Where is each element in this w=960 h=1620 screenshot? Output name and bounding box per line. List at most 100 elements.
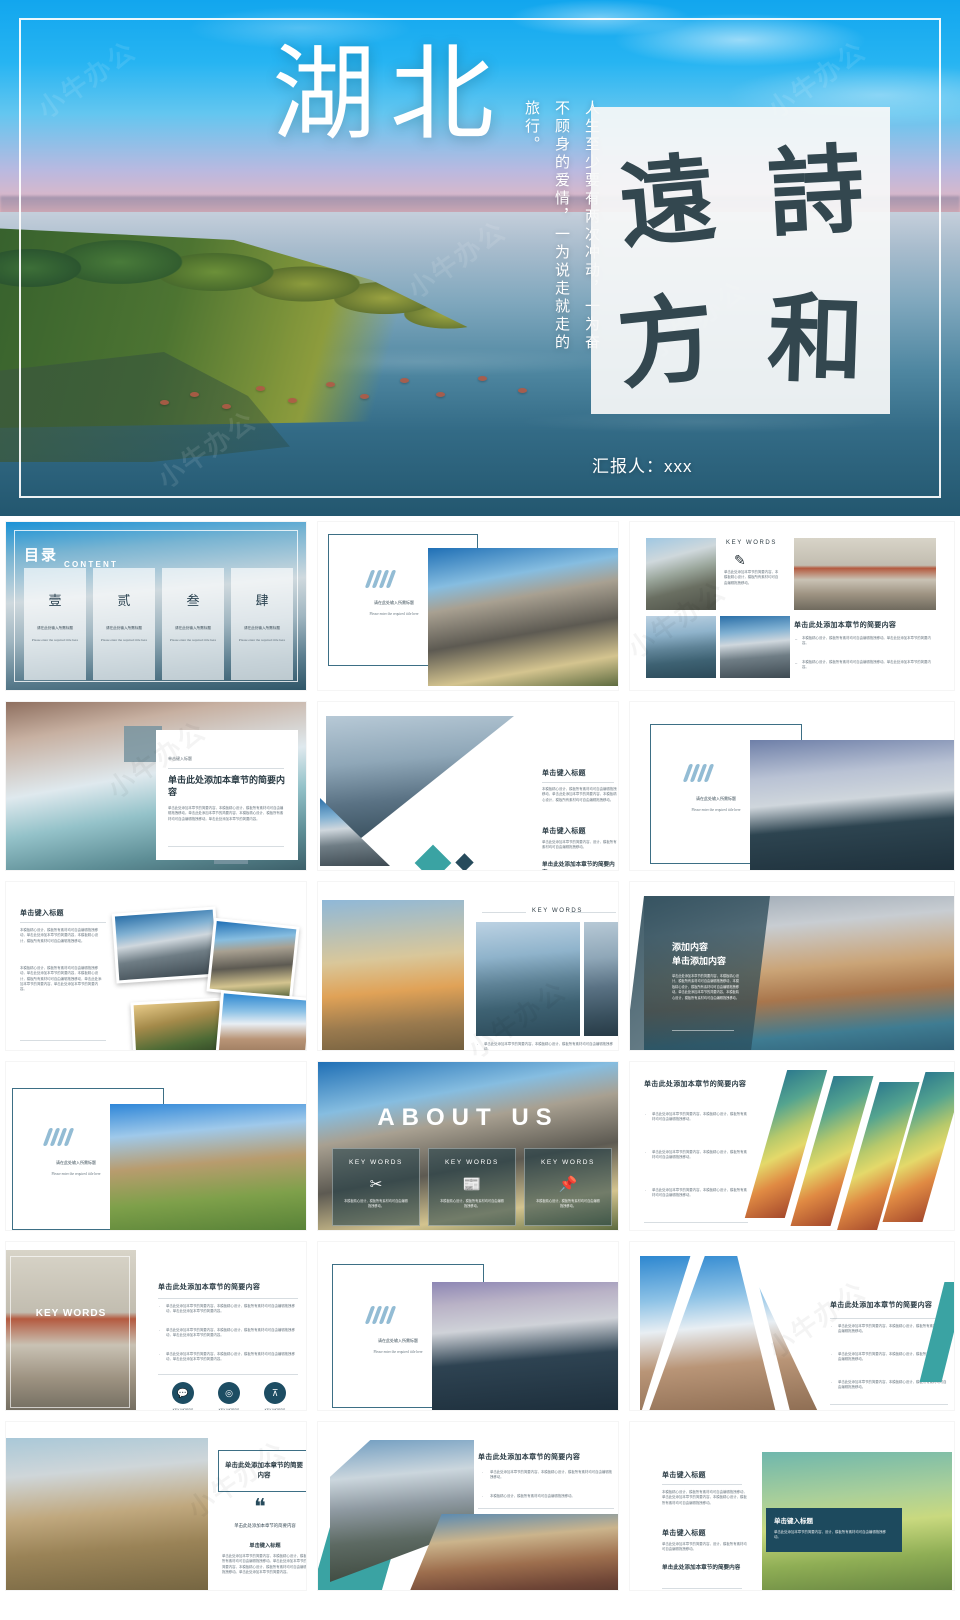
quote-icon: ❝	[254, 1494, 266, 1519]
keywords-photo-1	[476, 922, 580, 1036]
bullet-marker: ·	[831, 1324, 833, 1329]
slide-cell[interactable]: 单击键入标题 本模板精心设计，模板所有素材均可自由编辑拖拽移动，单击此处添加本章…	[312, 696, 624, 876]
slide-section-winter-river[interactable]: 请在此处输入所需标题 Please enter the required tit…	[318, 1242, 618, 1410]
diagonal-bars-icon	[42, 1128, 76, 1150]
eyebrow: 单击键入标题	[168, 756, 192, 761]
slide-cell[interactable]: 单击此处添加本章节的简要内容 单击此处添加本章节的简要内容，本模板精心设计，模板…	[312, 1416, 624, 1596]
body-text: 单击此处添加本章节的简要内容，本模板精心设计，模板所有素材均可自由编辑拖拽移动。…	[168, 806, 284, 821]
slide-section-grassland[interactable]: 请在此处输入所需标题 Please enter the required tit…	[6, 1062, 306, 1230]
about-card-3[interactable]: KEY WORDS 📌 本模板精心设计，模板所有素材均可自由编辑拖拽移动。	[524, 1148, 612, 1226]
about-card-label: KEY WORDS	[540, 1159, 595, 1166]
section-heading: 单击此处添加本章节的简要内容	[794, 622, 897, 629]
catalog-item-2[interactable]: 贰 请在此处输入所需标题 Please enter the required t…	[93, 568, 155, 680]
slide-keywords-gallery[interactable]: KEY WORDS ✎ 单击此处添加本章节的简要内容，本模板精心设计，模板所有素…	[630, 522, 954, 690]
icon-label-3: KEY WORDS	[264, 1408, 286, 1410]
slide-photo-stack[interactable]: 单击键入标题 本模板精心设计，模板所有素材均可自由编辑拖拽移动，单击此处添加本章…	[6, 882, 306, 1050]
slide-sunset-strips[interactable]: 单击此处添加本章节的简要内容 单击此处添加本章节的简要内容，本模板精心设计，模板…	[630, 1062, 954, 1230]
heading-1: 单击键入标题	[542, 770, 586, 777]
catalog-item-title-cn: 请在此处输入所需标题	[106, 626, 142, 630]
slide-cell[interactable]: KEY WORDS 单击此处添加本章节的简要内容 单击此处添加本章节的简要内容，…	[0, 1236, 312, 1416]
body-2: 本模板精心设计，模板所有素材均可自由编辑拖拽移动，单击此处添加本章节的简要内容，…	[20, 966, 102, 992]
slide-cliff-overlay[interactable]: 添加内容 单击添加内容 单击此处添加本章节的简要内容，本模板精心设计，模板所有素…	[630, 882, 954, 1050]
slide-cell[interactable]: ABOUT US KEY WORDS ✂ 本模板精心设计，模板所有素材均可自由编…	[312, 1056, 624, 1236]
polaroid-3	[130, 997, 226, 1050]
diagonal-bars-icon	[364, 1306, 398, 1328]
hero-slide: 小牛办公 小牛办公 小牛办公 小牛办公 小牛办公 湖北 人生至少要有两次冲动，一…	[0, 0, 960, 516]
slide-section-reflection[interactable]: 请在此处输入所需标题 Please enter the required tit…	[630, 702, 954, 870]
bullet-marker: –	[795, 636, 798, 641]
slide-balloons-keywords[interactable]: KEY WORDS 单击此处添加本章节的简要内容，本模板精心设计，模板所有素材均…	[318, 882, 618, 1050]
section-heading: 单击此处添加本章节的简要内容	[644, 1081, 747, 1088]
target-icon[interactable]: ◎	[218, 1382, 240, 1404]
gallery-photo-3	[720, 616, 790, 678]
bullet-item: 本模板精心设计，模板所有素材均可自由编辑拖拽移动。	[490, 1494, 575, 1498]
slide-cell[interactable]: 请在此处输入所需标题 Please enter the required tit…	[624, 696, 960, 876]
slide-cell[interactable]: 单击此处添加本章节的简要内容 ❝ 单击此处添加本章节的简要内容 单击键入标题 单…	[0, 1416, 312, 1596]
catalog-item-title-en: Please enter the required title here	[169, 638, 217, 642]
about-card-2[interactable]: KEY WORDS 📰 本模板精心设计，模板所有素材均可自由编辑拖拽移动。	[428, 1148, 516, 1226]
heading-2: 单击键入标题	[662, 1530, 706, 1537]
slide-tekapo-canyon[interactable]: 单击此处添加本章节的简要内容 单击此处添加本章节的简要内容，本模板精心设计，模板…	[318, 1422, 618, 1590]
slide-rocks-bullets[interactable]: 单击此处添加本章节的简要内容 单击此处添加本章节的简要内容，本模板精心设计，模板…	[630, 1242, 954, 1410]
calligraphy-card: 詩 遠 和 方	[591, 107, 890, 414]
slide-cell[interactable]: 单击键入标题 本模板精心设计，模板所有素材均可自由编辑拖拽移动，单击此处添加本章…	[624, 1416, 960, 1596]
polaroid-2	[206, 917, 300, 1001]
chat-icon[interactable]: 💬	[172, 1382, 194, 1404]
body-1: 本模板精心设计，模板所有素材均可自由编辑拖拽移动，单击此处添加本章节的简要内容，…	[20, 928, 98, 943]
catalog-item-4[interactable]: 肆 请在此处输入所需标题 Please enter the required t…	[231, 568, 293, 680]
overlay-body: 单击此处添加本章节的简要内容，本模板精心设计，模板所有素材均可自由编辑拖拽移动，…	[672, 974, 739, 1000]
slide-snow-lake[interactable]: 单击键入标题 单击此处添加本章节的简要内容 单击此处添加本章节的简要内容，本模板…	[6, 702, 306, 870]
slide-section-valley[interactable]: 请在此处输入所需标题 Please enter the required tit…	[318, 522, 618, 690]
slide-cell[interactable]: KEY WORDS 单击此处添加本章节的简要内容，本模板精心设计，模板所有素材均…	[312, 876, 624, 1056]
body-2: 单击此处添加本章节的简要内容，设计，模板所有素材均可自由编辑拖拽移动。	[542, 840, 617, 850]
slide-van-quote[interactable]: 单击此处添加本章节的简要内容 ❝ 单击此处添加本章节的简要内容 单击键入标题 单…	[6, 1422, 306, 1590]
compass-icon[interactable]: ⊼	[264, 1382, 286, 1404]
slide-cell[interactable]: 请在此处输入所需标题 Please enter the required tit…	[0, 1056, 312, 1236]
bullet-marker: –	[795, 660, 798, 665]
slide-about-us[interactable]: ABOUT US KEY WORDS ✂ 本模板精心设计，模板所有素材均可自由编…	[318, 1062, 618, 1230]
keywords-label: KEY WORDS	[532, 908, 583, 914]
slide-bridge-keywords[interactable]: KEY WORDS 单击此处添加本章节的简要内容 单击此处添加本章节的简要内容，…	[6, 1242, 306, 1410]
bullet-item: 单击此处添加本章节的简要内容，本模板精心设计，模板所有素材均可自由编辑拖拽移动。	[652, 1150, 747, 1160]
bullet-item: 本模板精心设计，模板所有素材均可自由编辑拖拽移动。单击此处添加本章节的简要内容。	[802, 636, 931, 646]
slide-cell[interactable]: 单击此处添加本章节的简要内容 单击此处添加本章节的简要内容，本模板精心设计，模板…	[624, 1056, 960, 1236]
bullet-item: 单击此处添加本章节的简要内容，本模板精心设计，模板所有素材均可自由编辑拖拽移动。	[652, 1188, 747, 1198]
slide-rice-terrace[interactable]: 单击键入标题 本模板精心设计，模板所有素材均可自由编辑拖拽移动，单击此处添加本章…	[630, 1422, 954, 1590]
section-photo	[428, 548, 618, 686]
section-photo	[750, 740, 954, 870]
slide-cell[interactable]: 目录 CONTENT 壹 请在此处输入所需标题 Please enter the…	[0, 516, 312, 696]
catalog-item-number: 贰	[117, 593, 131, 608]
slide-cell[interactable]: 请在此处输入所需标题 Please enter the required tit…	[312, 516, 624, 696]
slide-cell[interactable]: KEY WORDS ✎ 单击此处添加本章节的简要内容，本模板精心设计，模板所有素…	[624, 516, 960, 696]
bullet-marker: ·	[482, 1494, 484, 1499]
section-heading: 单击此处添加本章节的简要内容	[158, 1284, 261, 1291]
overlay-heading: 单击键入标题	[774, 1518, 813, 1525]
slide-cell[interactable]: 单击此处添加本章节的简要内容 单击此处添加本章节的简要内容，本模板精心设计，模板…	[624, 1236, 960, 1416]
slide-cell[interactable]: 单击键入标题 单击此处添加本章节的简要内容 单击此处添加本章节的简要内容，本模板…	[0, 696, 312, 876]
catalog-item-number: 叁	[186, 593, 200, 608]
slide-cell[interactable]: 单击键入标题 本模板精心设计，模板所有素材均可自由编辑拖拽移动，单击此处添加本章…	[0, 876, 312, 1056]
catalog-item-1[interactable]: 壹 请在此处输入所需标题 Please enter the required t…	[24, 568, 86, 680]
catalog-title-cn: 目录	[24, 548, 59, 564]
bullet-item: 单击此处添加本章节的简要内容，本模板精心设计，模板所有素材均可自由编辑拖拽移动，…	[166, 1304, 295, 1314]
slide-coast-road[interactable]: 单击键入标题 本模板精心设计，模板所有素材均可自由编辑拖拽移动，单击此处添加本章…	[318, 702, 618, 870]
overlay-body: 单击此处添加本章节的简要内容，设计，模板所有素材均可自由编辑拖拽移动。	[774, 1530, 886, 1540]
catalog-item-3[interactable]: 叁 请在此处输入所需标题 Please enter the required t…	[162, 568, 224, 680]
catalog-item-title-en: Please enter the required title here	[100, 638, 148, 642]
presenter-label: 汇报人：xxx	[592, 457, 693, 476]
diagonal-bars-icon	[364, 570, 398, 592]
body-1: 本模板精心设计，模板所有素材均可自由编辑拖拽移动，单击此处添加本章节的简要内容，…	[662, 1490, 747, 1505]
slide-catalog[interactable]: 目录 CONTENT 壹 请在此处输入所需标题 Please enter the…	[6, 522, 306, 690]
bullet-item: 本模板精心设计，模板所有素材均可自由编辑拖拽移动。单击此处添加本章节的简要内容。	[802, 660, 931, 670]
diagonal-bars-icon	[682, 764, 716, 786]
bridge-photo	[794, 538, 936, 610]
scissors-icon: ✂	[369, 1176, 383, 1193]
catalog-item-number: 肆	[255, 593, 269, 608]
about-card-desc: 本模板精心设计，模板所有素材均可自由编辑拖拽移动。	[536, 1199, 600, 1209]
slide-cell[interactable]: 请在此处输入所需标题 Please enter the required tit…	[312, 1236, 624, 1416]
slide-cell[interactable]: 添加内容 单击添加内容 单击此处添加本章节的简要内容，本模板精心设计，模板所有素…	[624, 876, 960, 1056]
about-card-desc: 本模板精心设计，模板所有素材均可自由编辑拖拽移动。	[344, 1199, 408, 1209]
about-card-1[interactable]: KEY WORDS ✂ 本模板精心设计，模板所有素材均可自由编辑拖拽移动。	[332, 1148, 420, 1226]
catalog-item-title-cn: 请在此处输入所需标题	[37, 626, 73, 630]
ppt-template-preview-page: 小牛办公 小牛办公 小牛办公 小牛办公 小牛办公 湖北 人生至少要有两次冲动，一…	[0, 0, 960, 1620]
